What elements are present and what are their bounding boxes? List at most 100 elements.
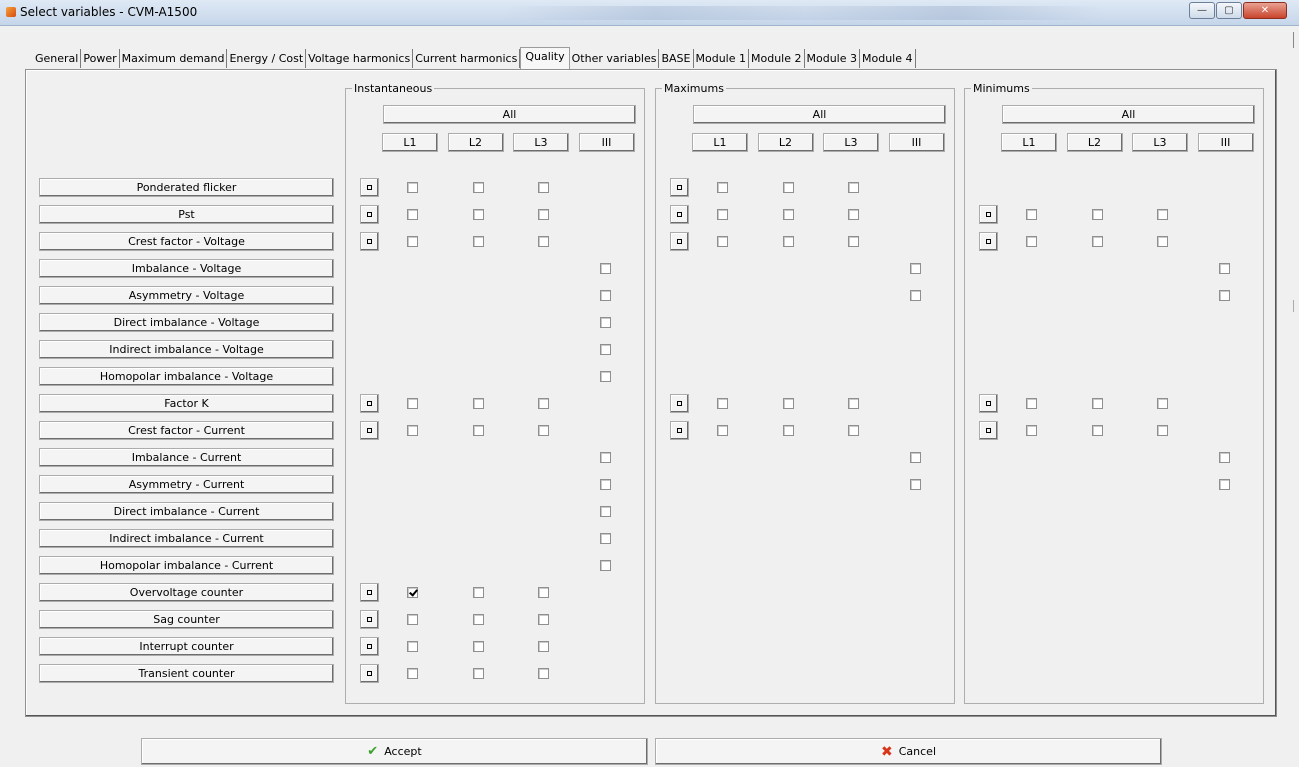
line-button-l2-maximums[interactable]: L2 [757, 133, 814, 152]
tab-power[interactable]: Power [81, 49, 120, 68]
tab-energy-cost[interactable]: Energy / Cost [227, 49, 307, 68]
all-button-minimums[interactable]: All [1002, 105, 1255, 124]
checkbox-l2[interactable] [472, 236, 484, 247]
row-button[interactable]: Indirect imbalance - Voltage [39, 340, 334, 359]
all-button-maximums[interactable]: All [693, 105, 946, 124]
select-row-button[interactable] [670, 232, 689, 251]
checkbox-iii[interactable] [600, 560, 611, 571]
row-button[interactable]: Sag counter [39, 610, 334, 629]
checkbox-l1[interactable] [407, 425, 418, 436]
row-button[interactable]: Crest factor - Current [39, 421, 334, 440]
select-row-button[interactable] [979, 232, 998, 251]
checkbox-l2[interactable] [472, 587, 484, 598]
line-button-iii-instantaneous[interactable]: III [578, 133, 635, 152]
tab-module-2[interactable]: Module 2 [749, 49, 805, 68]
tab-maximum-demand[interactable]: Maximum demand [120, 49, 228, 68]
select-row-button[interactable] [360, 637, 379, 656]
maximize-button[interactable]: ▢ [1216, 2, 1242, 19]
row-button[interactable]: Indirect imbalance - Current [39, 529, 334, 548]
row-button[interactable]: Factor K [39, 394, 334, 413]
checkbox-l1[interactable] [407, 641, 418, 652]
checkbox-l3[interactable] [538, 425, 549, 436]
select-row-button[interactable] [360, 394, 379, 413]
row-button[interactable]: Crest factor - Voltage [39, 232, 334, 251]
select-row-button[interactable] [360, 232, 379, 251]
checkbox-l1[interactable] [407, 398, 418, 409]
checkbox-l3[interactable] [848, 182, 859, 193]
checkbox-l2[interactable] [782, 209, 794, 220]
checkbox-l2[interactable] [1091, 236, 1103, 247]
row-button[interactable]: Imbalance - Voltage [39, 259, 334, 278]
checkbox-l2[interactable] [1091, 398, 1103, 409]
line-button-iii-minimums[interactable]: III [1197, 133, 1254, 152]
checkbox-l1[interactable] [1026, 236, 1037, 247]
checkbox-l3[interactable] [848, 425, 859, 436]
tab-general[interactable]: General [33, 49, 82, 68]
row-button[interactable]: Homopolar imbalance - Voltage [39, 367, 334, 386]
cancel-button[interactable]: ✖ Cancel [655, 738, 1162, 765]
checkbox-l3[interactable] [538, 587, 549, 598]
checkbox-iii[interactable] [910, 290, 921, 301]
checkbox-iii[interactable] [600, 533, 611, 544]
checkbox-l1[interactable] [407, 587, 418, 598]
checkbox-iii[interactable] [1219, 479, 1230, 490]
select-row-button[interactable] [979, 421, 998, 440]
row-button[interactable]: Homopolar imbalance - Current [39, 556, 334, 575]
checkbox-l2[interactable] [472, 641, 484, 652]
select-row-button[interactable] [360, 421, 379, 440]
select-row-button[interactable] [670, 421, 689, 440]
select-row-button[interactable] [360, 205, 379, 224]
row-button[interactable]: Overvoltage counter [39, 583, 334, 602]
minimize-button[interactable]: — [1189, 2, 1215, 19]
tab-module-3[interactable]: Module 3 [805, 49, 860, 68]
checkbox-l3[interactable] [538, 209, 549, 220]
checkbox-l2[interactable] [472, 425, 484, 436]
tab-quality[interactable]: Quality [520, 47, 570, 69]
line-button-iii-maximums[interactable]: III [888, 133, 945, 152]
checkbox-iii[interactable] [600, 290, 611, 301]
checkbox-l1[interactable] [717, 236, 728, 247]
checkbox-l3[interactable] [538, 614, 549, 625]
checkbox-l3[interactable] [538, 398, 549, 409]
checkbox-iii[interactable] [1219, 452, 1230, 463]
select-row-button[interactable] [360, 664, 379, 683]
select-row-button[interactable] [979, 394, 998, 413]
row-button[interactable]: Direct imbalance - Current [39, 502, 334, 521]
select-row-button[interactable] [670, 178, 689, 197]
select-row-button[interactable] [979, 205, 998, 224]
line-button-l1-maximums[interactable]: L1 [692, 133, 748, 152]
tab-voltage-harmonics[interactable]: Voltage harmonics [306, 49, 414, 68]
line-button-l2-minimums[interactable]: L2 [1066, 133, 1123, 152]
checkbox-l1[interactable] [407, 209, 418, 220]
checkbox-l1[interactable] [717, 209, 728, 220]
checkbox-iii[interactable] [600, 506, 611, 517]
checkbox-l3[interactable] [1157, 398, 1168, 409]
tab-other-variables[interactable]: Other variables [570, 49, 660, 68]
checkbox-iii[interactable] [600, 317, 611, 328]
checkbox-l1[interactable] [407, 236, 418, 247]
checkbox-l3[interactable] [538, 668, 549, 679]
checkbox-l1[interactable] [1026, 398, 1037, 409]
checkbox-l3[interactable] [1157, 236, 1168, 247]
checkbox-iii[interactable] [910, 263, 921, 274]
checkbox-l2[interactable] [472, 398, 484, 409]
row-button[interactable]: Asymmetry - Voltage [39, 286, 334, 305]
select-row-button[interactable] [670, 394, 689, 413]
checkbox-l1[interactable] [407, 668, 418, 679]
checkbox-l2[interactable] [1091, 209, 1103, 220]
row-button[interactable]: Transient counter [39, 664, 334, 683]
checkbox-l1[interactable] [1026, 425, 1037, 436]
tab-module-1[interactable]: Module 1 [694, 49, 749, 68]
line-button-l2-instantaneous[interactable]: L2 [447, 133, 504, 152]
checkbox-l1[interactable] [407, 182, 418, 193]
checkbox-iii[interactable] [600, 344, 611, 355]
line-button-l3-maximums[interactable]: L3 [823, 133, 879, 152]
checkbox-iii[interactable] [600, 371, 611, 382]
checkbox-l3[interactable] [538, 236, 549, 247]
line-button-l3-minimums[interactable]: L3 [1132, 133, 1188, 152]
tab-base[interactable]: BASE [659, 49, 694, 68]
line-button-l1-instantaneous[interactable]: L1 [382, 133, 438, 152]
line-button-l3-instantaneous[interactable]: L3 [513, 133, 569, 152]
checkbox-l2[interactable] [472, 614, 484, 625]
checkbox-l2[interactable] [472, 209, 484, 220]
